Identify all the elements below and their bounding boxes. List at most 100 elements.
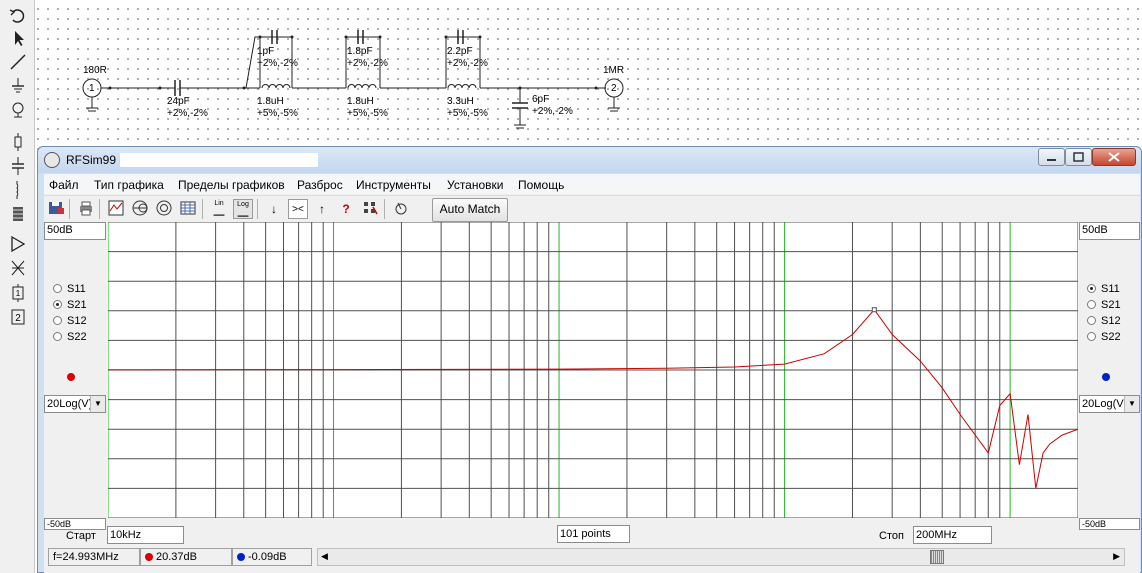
right-trace-color-dot[interactable] <box>1102 373 1110 381</box>
menu-tools[interactable]: Инструменты <box>356 178 431 192</box>
left-radio-s11[interactable]: S11 <box>53 282 86 296</box>
left-radio-s22[interactable]: S22 <box>53 330 87 344</box>
smith-chart-button[interactable] <box>130 199 150 219</box>
trap2-inductor-tolerance: +5%,-5% <box>347 108 388 119</box>
tune-button[interactable] <box>391 199 411 219</box>
close-button[interactable] <box>1092 148 1136 166</box>
right-top-scale-field[interactable]: 50dB <box>1079 222 1140 240</box>
port2-impedance: 1MR <box>603 65 625 76</box>
shunt-capacitor-value: 6pF <box>532 94 550 105</box>
menu-graph-type[interactable]: Тип графика <box>94 178 164 192</box>
polar-plot-button[interactable] <box>154 199 174 219</box>
save-plot-button[interactable] <box>46 199 66 219</box>
menu-settings[interactable]: Установки <box>447 178 503 192</box>
right-format-select[interactable]: 20Log(V) ▼ <box>1079 395 1140 413</box>
trap1-inductor-value: 1.8uH <box>257 96 284 107</box>
title-redacted <box>120 153 318 167</box>
trap2-inductor-value: 1.8uH <box>347 96 374 107</box>
chevron-down-icon: ▼ <box>1124 396 1139 412</box>
title-bar[interactable]: RFSim99 - <box>38 147 1141 173</box>
right-radio-s11[interactable]: S11 <box>1087 282 1120 296</box>
trap1-capacitor-value: 1pF <box>257 46 275 57</box>
arrow-up-icon: ↑ <box>319 202 325 216</box>
right-s11-radio-mark <box>1087 284 1096 293</box>
status-frequency: f=24.993MHz <box>48 548 140 566</box>
left-top-scale-field[interactable]: 50dB <box>44 222 106 240</box>
marker-query-button[interactable]: ? <box>336 199 356 219</box>
menu-graph-limits[interactable]: Пределы графиков <box>178 178 285 192</box>
scrollbar-thumb[interactable] <box>930 550 944 564</box>
port1-impedance: 180R <box>83 65 107 76</box>
log-scale-button[interactable]: Log ▁▁ <box>233 199 253 219</box>
right-radio-s22[interactable]: S22 <box>1087 330 1121 344</box>
trap3-capacitor-tolerance: +2%,-2% <box>447 58 488 69</box>
marker1-dot <box>145 553 153 561</box>
right-radio-s21[interactable]: S21 <box>1087 298 1121 312</box>
right-s22-radio-mark <box>1087 332 1096 341</box>
table-button[interactable] <box>178 199 198 219</box>
minimize-button[interactable] <box>1038 148 1065 166</box>
grid-tune-icon <box>364 202 378 215</box>
shunt-capacitor-tolerance: +2%,-2% <box>532 106 573 117</box>
coupler-icon[interactable] <box>7 258 29 278</box>
close-icon <box>1108 152 1120 162</box>
right-radio-s12[interactable]: S12 <box>1087 314 1121 328</box>
print-button[interactable] <box>76 199 96 219</box>
frequency-scrollbar[interactable]: ◀ ▶ <box>317 548 1125 566</box>
lin-scale-button[interactable]: Lin ▁▁ <box>209 199 229 219</box>
marker-down-button[interactable]: ↓ <box>264 199 284 219</box>
rect-plot-icon <box>108 200 124 216</box>
plot-toolbar: Lin ▁▁ Log ▁▁ ↓ >< ↑ ? Auto Match <box>44 195 1140 222</box>
left-s21-label: S21 <box>67 299 87 311</box>
scroll-right-icon[interactable]: ▶ <box>1113 551 1120 562</box>
device-icon[interactable]: 1 <box>7 283 29 303</box>
left-radio-s21[interactable]: S21 <box>53 298 87 312</box>
stop-frequency-field[interactable]: 200MHz <box>913 526 992 544</box>
svg-text:2: 2 <box>15 313 21 324</box>
left-s22-radio-mark <box>53 332 62 341</box>
left-s12-label: S12 <box>67 315 87 327</box>
transformer-icon[interactable] <box>7 204 29 224</box>
table-icon <box>180 201 196 215</box>
left-s11-label: S11 <box>67 283 86 295</box>
question-icon: ? <box>342 202 350 216</box>
amplifier-icon[interactable] <box>7 234 29 254</box>
optimize-button[interactable] <box>360 199 380 219</box>
right-bottom-scale-field[interactable]: -50dB <box>1079 518 1140 530</box>
arrow-down-icon: ↓ <box>271 202 277 216</box>
menu-file[interactable]: Файл <box>49 178 79 192</box>
polar-plot-icon <box>156 200 172 216</box>
trap2-capacitor-tolerance: +2%,-2% <box>347 58 388 69</box>
two-port-icon[interactable]: 2 <box>7 307 29 327</box>
start-label: Старт <box>66 530 96 542</box>
window-client: Файл Тип графика Пределы графиков Разбро… <box>44 174 1140 573</box>
marker-center-button[interactable]: >< <box>288 199 308 219</box>
points-field[interactable]: 101 points <box>557 525 630 543</box>
menu-tolerance[interactable]: Разброс <box>297 178 343 192</box>
plot-area[interactable] <box>108 222 1078 518</box>
series-capacitor-value: 24pF <box>167 96 190 107</box>
stop-label: Стоп <box>879 530 904 542</box>
inductor-icon[interactable] <box>7 180 29 200</box>
left-radio-s12[interactable]: S12 <box>53 314 87 328</box>
marker-point[interactable] <box>871 307 877 313</box>
left-trace-color-dot[interactable] <box>67 373 75 381</box>
maximize-icon <box>1073 152 1084 162</box>
maximize-button[interactable] <box>1065 148 1092 166</box>
start-frequency-field[interactable]: 10kHz <box>107 526 184 544</box>
center-markers-icon: >< <box>292 204 304 215</box>
trap3-capacitor-value: 2.2pF <box>447 46 473 57</box>
scroll-left-icon[interactable]: ◀ <box>321 551 328 562</box>
rect-plot-button[interactable] <box>106 199 126 219</box>
menu-help[interactable]: Помощь <box>518 178 564 192</box>
capacitor-icon[interactable] <box>7 156 29 176</box>
right-format-value: 20Log(V) <box>1082 398 1128 410</box>
right-s12-radio-mark <box>1087 316 1096 325</box>
menu-bar: Файл Тип графика Пределы графиков Разбро… <box>44 174 1140 194</box>
save-icon <box>49 202 64 214</box>
minimize-icon <box>1047 159 1056 161</box>
marker-up-button[interactable]: ↑ <box>312 199 332 219</box>
window-title: RFSim99 - <box>66 153 124 167</box>
left-format-select[interactable]: 20Log(V) ▼ <box>44 395 106 413</box>
auto-match-button[interactable]: Auto Match <box>432 198 508 222</box>
